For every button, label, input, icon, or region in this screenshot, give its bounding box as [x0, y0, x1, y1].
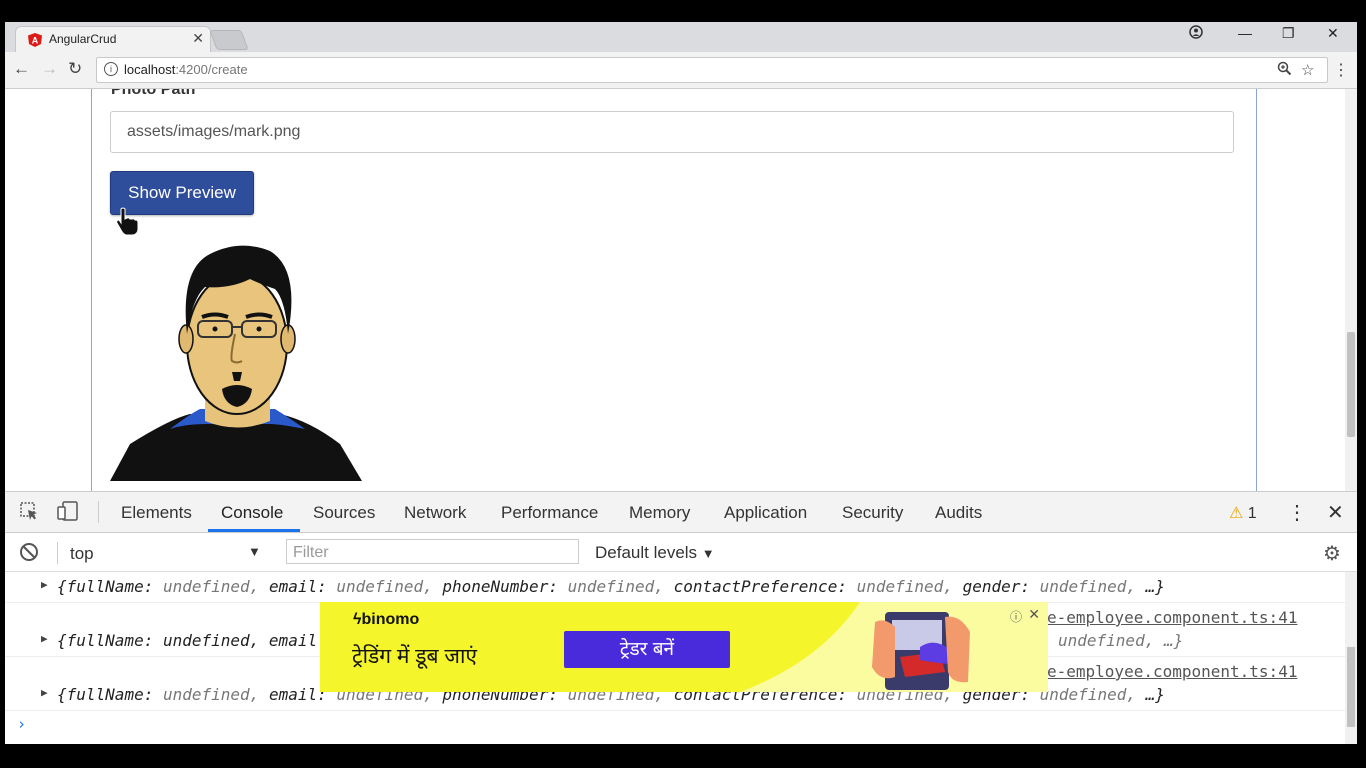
- value: undefined,: [336, 577, 433, 596]
- filter-separator: [57, 542, 58, 564]
- value: undefined,: [856, 577, 953, 596]
- log-object-suffix: undefined, …}: [1058, 631, 1184, 650]
- minimize-icon[interactable]: —: [1238, 25, 1252, 41]
- employee-photo: [110, 245, 362, 481]
- devtools-tabbar: Elements Console Sources Network Perform…: [5, 492, 1357, 533]
- log-object-prefix: {fullName: undefined, email: [57, 631, 318, 650]
- ad-banner[interactable]: ϟbinomo ट्रेडिंग में डूब जाएं ट्रेडर बने…: [320, 602, 1048, 692]
- address-bar[interactable]: i localhost:4200/create ☆: [96, 57, 1328, 83]
- binomo-logo: ϟbinomo: [353, 611, 419, 629]
- reload-icon[interactable]: ↻: [68, 59, 82, 79]
- tab-application[interactable]: Application: [724, 503, 807, 523]
- tab-memory[interactable]: Memory: [629, 503, 690, 523]
- log-object: {fullName: undefined, email: undefined, …: [57, 577, 1165, 596]
- tab-strip: A AngularCrud ✕ — ❐ ✕: [5, 22, 1357, 53]
- tab-console[interactable]: Console: [221, 503, 283, 523]
- value: undefined,: [162, 577, 260, 596]
- tab-audits[interactable]: Audits: [935, 503, 982, 523]
- ad-brand-name: binomo: [361, 611, 420, 628]
- ellipsis: …}: [1145, 685, 1165, 704]
- warning-counter[interactable]: ⚠ 1: [1229, 503, 1257, 523]
- ad-cta-button[interactable]: ट्रेडर बनें: [564, 631, 730, 668]
- tab-performance[interactable]: Performance: [501, 503, 598, 523]
- tab-elements[interactable]: Elements: [121, 503, 192, 523]
- context-dropdown-icon[interactable]: ▼: [248, 544, 261, 559]
- warning-count: 1: [1247, 505, 1257, 522]
- angular-icon: A: [28, 33, 42, 47]
- device-toolbar-icon[interactable]: [57, 501, 79, 526]
- source-link[interactable]: e-employee.component.ts:41: [1047, 608, 1297, 627]
- toolbar-separator: [98, 501, 99, 523]
- source-link[interactable]: e-employee.component.ts:41: [1047, 662, 1297, 681]
- key: contactPreference:: [673, 577, 847, 596]
- expand-triangle-icon[interactable]: ▶: [41, 632, 48, 645]
- log-levels-dropdown[interactable]: Default levels ▼: [595, 543, 715, 563]
- clear-console-icon[interactable]: [19, 542, 39, 567]
- close-tab-icon[interactable]: ✕: [192, 30, 204, 47]
- console-filter-input[interactable]: Filter: [286, 539, 579, 564]
- value: undefined,: [1039, 577, 1136, 596]
- value: undefined,: [1039, 685, 1136, 704]
- bookmark-star-icon[interactable]: ☆: [1301, 61, 1314, 79]
- key: email:: [268, 577, 327, 596]
- tab-security[interactable]: Security: [842, 503, 903, 523]
- console-prompt-icon[interactable]: ›: [17, 715, 26, 733]
- address-toolbar: ← → ↻ i localhost:4200/create ☆ ⋮: [5, 52, 1357, 89]
- key: gender:: [962, 577, 1030, 596]
- console-filter-bar: top ▼ Filter Default levels ▼ ⚙: [5, 533, 1357, 572]
- log-levels-label: Default levels: [595, 543, 698, 562]
- warning-icon: ⚠: [1229, 505, 1244, 522]
- restore-icon[interactable]: ❐: [1282, 25, 1295, 42]
- active-tab-indicator: [208, 529, 300, 532]
- ellipsis: …}: [1145, 577, 1165, 596]
- key: email:: [268, 685, 327, 704]
- console-scrollbar[interactable]: [1345, 572, 1357, 744]
- svg-text:A: A: [32, 36, 39, 46]
- tab-title: AngularCrud: [49, 32, 117, 46]
- site-info-icon[interactable]: i: [104, 62, 118, 76]
- zoom-icon[interactable]: [1277, 61, 1292, 80]
- context-selector[interactable]: top: [70, 544, 94, 564]
- expand-triangle-icon[interactable]: ▶: [41, 578, 48, 591]
- expand-triangle-icon[interactable]: ▶: [41, 686, 48, 699]
- value: undefined,: [162, 685, 260, 704]
- page-scrollbar-thumb[interactable]: [1347, 332, 1355, 437]
- back-icon[interactable]: ←: [13, 59, 30, 79]
- photo-path-label: Photo Path: [111, 89, 196, 98]
- key: fullName:: [66, 685, 154, 704]
- console-row[interactable]: ▶ {fullName: undefined, email: undefined…: [5, 572, 1345, 603]
- tab-network[interactable]: Network: [404, 503, 466, 523]
- levels-dropdown-icon: ▼: [701, 546, 715, 561]
- url-path: :4200/create: [175, 62, 248, 77]
- url-host: localhost: [124, 62, 176, 77]
- photo-path-input[interactable]: assets/images/mark.png: [110, 111, 1234, 153]
- tab-sources[interactable]: Sources: [313, 503, 375, 523]
- console-settings-icon[interactable]: ⚙: [1323, 541, 1341, 566]
- forward-icon[interactable]: →: [41, 59, 58, 79]
- browser-menu-icon[interactable]: ⋮: [1333, 60, 1349, 80]
- ad-close-icon[interactable]: ✕: [1028, 606, 1040, 623]
- page-viewport: Photo Path assets/images/mark.png Show P…: [5, 89, 1345, 491]
- close-devtools-icon[interactable]: ✕: [1327, 500, 1344, 525]
- key: phoneNumber:: [442, 577, 558, 596]
- profile-icon[interactable]: [1189, 25, 1203, 42]
- ad-info-icon[interactable]: ⓘ: [1010, 608, 1022, 625]
- inspect-element-icon[interactable]: [19, 501, 39, 526]
- browser-tab[interactable]: A AngularCrud ✕: [15, 26, 211, 53]
- key: fullName:: [66, 577, 154, 596]
- value: undefined,: [567, 577, 664, 596]
- devtools-menu-icon[interactable]: ⋮: [1287, 500, 1307, 525]
- new-tab-button[interactable]: [209, 30, 249, 50]
- console-scrollbar-thumb[interactable]: [1347, 647, 1355, 727]
- close-window-icon[interactable]: ✕: [1327, 25, 1339, 42]
- ad-headline: ट्रेडिंग में डूब जाएं: [352, 645, 478, 668]
- page-scrollbar[interactable]: [1345, 89, 1357, 491]
- url-text: localhost:4200/create: [124, 62, 248, 77]
